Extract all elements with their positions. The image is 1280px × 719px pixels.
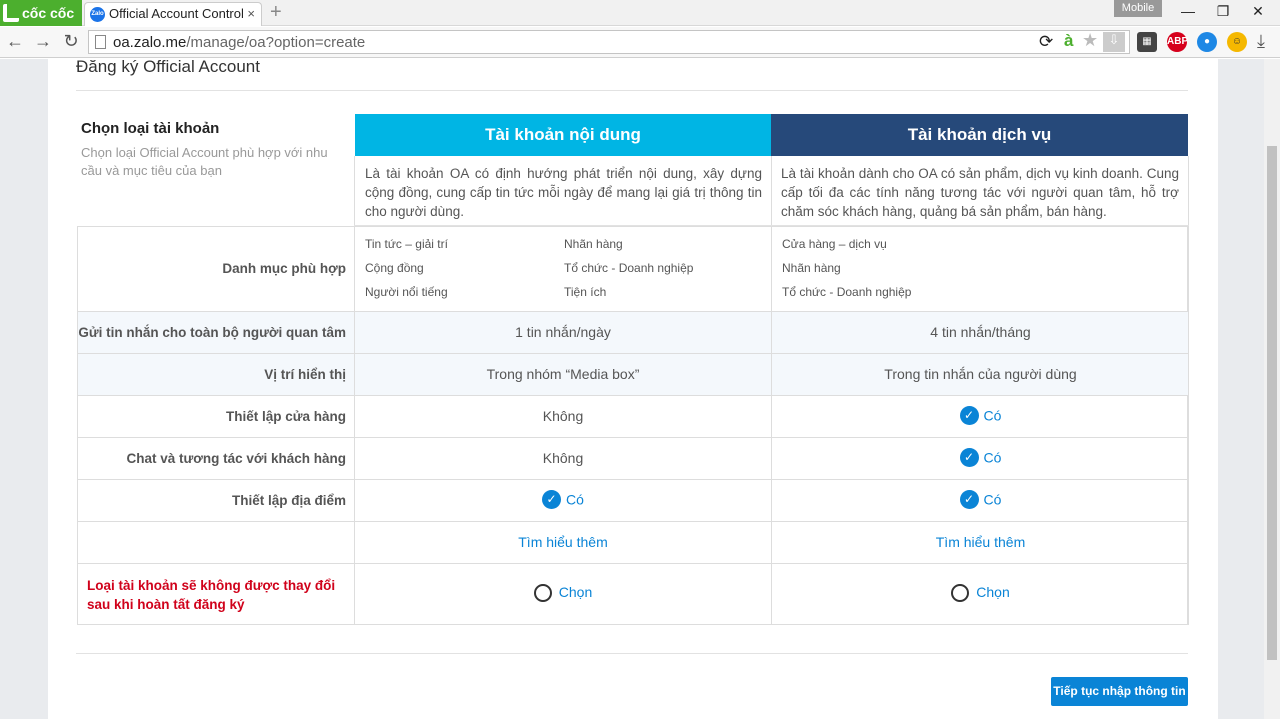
row-label: Chat và tương tác với khách hàng	[126, 451, 346, 466]
cell-check: ✓ Có	[772, 406, 1189, 425]
brand-label: cốc cốc	[22, 5, 75, 21]
cell-value: Trong nhóm “Media box”	[486, 366, 640, 382]
cell-check: ✓ Có	[772, 448, 1189, 467]
page-title: Đăng ký Official Account	[76, 57, 260, 76]
category-item: Cửa hàng – dịch vụ	[782, 237, 887, 251]
close-window-icon[interactable]: ✕	[1248, 3, 1268, 20]
apps-icon[interactable]: ▦	[1137, 32, 1157, 52]
category-item: Nhãn hàng	[782, 261, 841, 275]
mobile-button[interactable]: Mobile	[1114, 0, 1162, 17]
row-label: Thiết lập cửa hàng	[225, 409, 346, 424]
column-divider	[1188, 156, 1189, 625]
table-row-store: Thiết lập cửa hàng Không ✓ Có	[78, 395, 1189, 437]
service-description: Là tài khoản dành cho OA có sản phẩm, dị…	[781, 166, 1179, 219]
check-icon: ✓	[542, 490, 562, 509]
category-item: Tổ chức - Doanh nghiệp	[564, 261, 694, 275]
description-divider	[354, 225, 1189, 226]
minimize-icon[interactable]: —	[1178, 3, 1198, 19]
row-label: Gửi tin nhắn cho toàn bộ người quan tâm	[78, 325, 346, 340]
choose-content-option[interactable]: Chọn	[355, 584, 771, 603]
choose-label[interactable]: Chọn	[976, 584, 1009, 600]
section-description: Chọn loại Official Account phù hợp với n…	[81, 145, 328, 178]
reload-icon[interactable]: ↻	[60, 31, 82, 52]
choose-service-option[interactable]: Chọn	[772, 584, 1189, 603]
tab-close-icon[interactable]: ×	[247, 3, 255, 25]
column-divider	[771, 156, 772, 625]
category-item: Tin tức – giải trí	[365, 237, 448, 251]
continue-button[interactable]: Tiếp tục nhập thông tin	[1051, 677, 1188, 706]
radio-service[interactable]	[951, 584, 970, 603]
check-icon: ✓	[959, 490, 979, 509]
comparison-table: Danh mục phù hợp Tin tức – giải trí Nhãn…	[77, 226, 1189, 625]
column-divider	[354, 156, 355, 625]
url-input[interactable]: oa.zalo.me/manage/oa?option=create ⟳ à ★…	[88, 30, 1130, 54]
downloads-icon[interactable]: ⤓	[1257, 31, 1265, 52]
row-label: Vị trí hiển thị	[264, 367, 346, 382]
page-icon	[95, 35, 106, 49]
learn-more-service-cell: Tìm hiểu thêm	[772, 534, 1189, 550]
address-bar: ← → ↻ oa.zalo.me/manage/oa?option=create…	[0, 27, 1280, 58]
browser-brand[interactable]: cốc cốc	[0, 0, 82, 26]
zalo-favicon-icon: Zalo	[90, 7, 105, 22]
table-row-learn-more: Tìm hiểu thêm Tìm hiểu thêm	[78, 521, 1189, 563]
table-row-position: Vị trí hiển thị Trong nhóm “Media box” T…	[78, 353, 1189, 395]
new-tab-button[interactable]: +	[270, 1, 282, 23]
learn-more-link[interactable]: Tìm hiểu thêm	[518, 534, 607, 550]
check-label: Có	[983, 407, 1002, 424]
title-divider	[76, 90, 1188, 91]
star-icon[interactable]: ★	[1082, 30, 1098, 51]
check-icon: ✓	[959, 448, 979, 467]
category-item: Cộng đồng	[365, 261, 424, 275]
category-item: Tổ chức - Doanh nghiệp	[782, 285, 912, 299]
check-label: Có	[983, 449, 1002, 466]
column-header-service: Tài khoản dịch vụ	[771, 114, 1188, 156]
category-item: Tiện ích	[564, 285, 607, 299]
chat-extension-icon[interactable]: ●	[1197, 32, 1217, 52]
cell-value: Trong tin nhắn của người dùng	[884, 366, 1077, 382]
cell-value: 1 tin nhắn/ngày	[515, 324, 611, 340]
footer-divider	[76, 653, 1188, 654]
check-label: Có	[566, 491, 584, 508]
warning-text: Loại tài khoản sẽ không được thay đổi sa…	[87, 578, 336, 612]
table-row-choose: Loại tài khoản sẽ không được thay đổi sa…	[78, 563, 1189, 625]
table-row-location: Thiết lập địa điểm ✓ Có ✓ Có	[78, 479, 1189, 521]
row-label: Danh mục phù hợp	[222, 261, 346, 276]
choose-label[interactable]: Chọn	[559, 584, 592, 600]
category-item: Nhãn hàng	[564, 237, 623, 251]
coccoc-logo-icon	[3, 4, 19, 22]
restore-icon[interactable]: ❐	[1213, 3, 1233, 20]
cell-check: ✓ Có	[355, 490, 771, 509]
learn-more-content-cell: Tìm hiểu thêm	[355, 534, 771, 550]
cell-check: ✓ Có	[772, 490, 1189, 509]
check-icon: ✓	[959, 406, 979, 425]
table-row-categories: Danh mục phù hợp Tin tức – giải trí Nhãn…	[78, 226, 1189, 311]
check-label: Có	[983, 491, 1002, 508]
content-description: Là tài khoản OA có định hướng phát triển…	[365, 166, 762, 219]
section-title: Chọn loại tài khoản	[81, 120, 220, 137]
tab-title: Official Account Control	[109, 6, 244, 21]
emoji-icon[interactable]: ☺	[1227, 32, 1247, 52]
learn-more-link[interactable]: Tìm hiểu thêm	[936, 534, 1025, 550]
row-label: Thiết lập địa điểm	[231, 493, 346, 508]
forward-icon[interactable]: →	[32, 31, 54, 52]
cell-value: Không	[542, 408, 584, 424]
sync-icon[interactable]: ⟳	[1039, 32, 1053, 52]
url-text: oa.zalo.me/manage/oa?option=create	[113, 34, 366, 51]
scrollbar-thumb[interactable]	[1267, 146, 1277, 660]
table-row-broadcast: Gửi tin nhắn cho toàn bộ người quan tâm …	[78, 311, 1189, 353]
back-icon[interactable]: ←	[4, 31, 26, 52]
table-row-chat: Chat và tương tác với khách hàng Không ✓…	[78, 437, 1189, 479]
column-header-content: Tài khoản nội dung	[355, 114, 771, 156]
cell-value: Không	[542, 450, 584, 466]
tab-strip: cốc cốc Zalo Official Account Control × …	[0, 0, 1280, 26]
tab-official-account[interactable]: Zalo Official Account Control ×	[84, 2, 262, 26]
download-page-icon[interactable]: ⇩	[1103, 32, 1125, 52]
typing-icon[interactable]: à	[1064, 31, 1073, 51]
category-item: Người nổi tiếng	[365, 285, 448, 299]
radio-content[interactable]	[533, 584, 552, 603]
cell-value: 4 tin nhắn/tháng	[930, 324, 1031, 340]
adblock-icon[interactable]: ABP	[1167, 32, 1188, 52]
